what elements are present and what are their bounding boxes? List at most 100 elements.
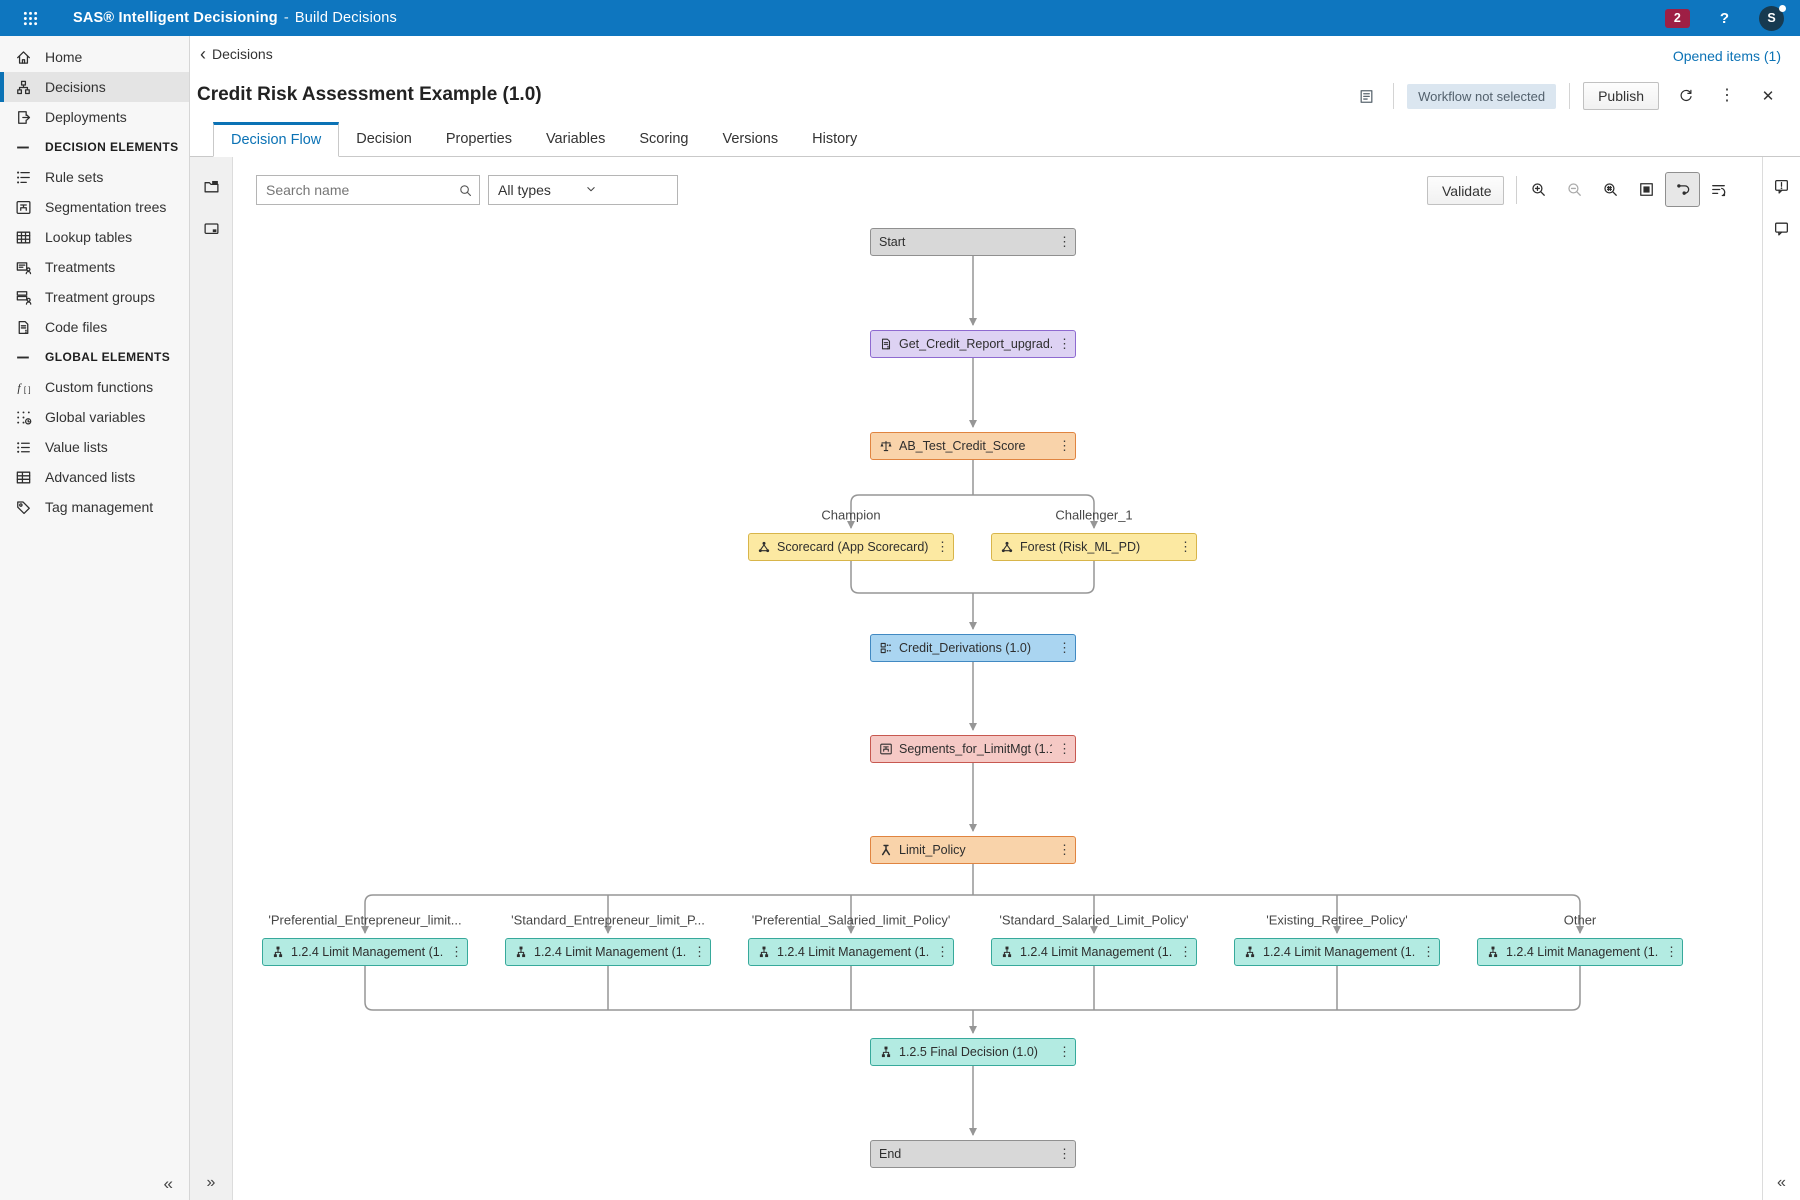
node-menu-button[interactable]: ⋮ <box>1665 944 1677 960</box>
sync-button[interactable] <box>1672 82 1700 110</box>
node-menu-button[interactable]: ⋮ <box>1422 944 1434 960</box>
breadcrumb-back[interactable]: ‹ Decisions <box>200 46 273 62</box>
sidebar-item-decisions[interactable]: Decisions <box>0 72 189 102</box>
overview-panel-button[interactable] <box>197 214 225 242</box>
node-end[interactable]: End⋮ <box>870 1140 1076 1168</box>
tab-history[interactable]: History <box>795 122 874 156</box>
tab-decision[interactable]: Decision <box>339 122 429 156</box>
validate-button[interactable]: Validate <box>1427 176 1504 205</box>
node-menu-button[interactable]: ⋮ <box>693 944 705 960</box>
node-limit_mgmt_2[interactable]: 1.2.4 Limit Management (1....⋮ <box>505 938 711 966</box>
tab-decision-flow[interactable]: Decision Flow <box>213 122 339 157</box>
kebab-icon: ⋮ <box>1719 88 1735 104</box>
alert-bubble-icon <box>1773 178 1790 195</box>
node-final_decision[interactable]: 1.2.5 Final Decision (1.0)⋮ <box>870 1038 1076 1066</box>
left-strip-expand-button[interactable]: » <box>190 1174 232 1192</box>
zoom-fit-button[interactable] <box>1593 172 1628 207</box>
node-label: AB_Test_Credit_Score <box>899 439 1052 453</box>
node-limit_mgmt_6[interactable]: 1.2.4 Limit Management (1....⋮ <box>1477 938 1683 966</box>
node-limit_mgmt_3[interactable]: 1.2.4 Limit Management (1....⋮ <box>748 938 954 966</box>
sidebar-item-rule-sets[interactable]: Rule sets <box>0 162 189 192</box>
help-button[interactable]: ? <box>1714 9 1735 28</box>
sync-icon <box>1678 88 1694 104</box>
publish-button[interactable]: Publish <box>1583 82 1659 110</box>
right-strip-collapse-button[interactable]: « <box>1763 1174 1800 1192</box>
notification-badge[interactable]: 2 <box>1665 9 1690 28</box>
sidebar-item-value-lists[interactable]: Value lists <box>0 432 189 462</box>
node-menu-button[interactable]: ⋮ <box>1058 336 1070 352</box>
node-limit_mgmt_5[interactable]: 1.2.4 Limit Management (1.... ⋮ <box>1234 938 1440 966</box>
deployments-icon <box>15 109 32 126</box>
node-credit_derivations[interactable]: Credit_Derivations (1.0) ⋮ <box>870 634 1076 662</box>
close-button[interactable]: ✕ <box>1754 82 1782 110</box>
edge-label: 'Standard_Salaried_Limit_Policy' <box>999 913 1188 928</box>
node-segments_for_limitmgt[interactable]: Segments_for_LimitMgt (1.1)⋮ <box>870 735 1076 763</box>
sidebar-item-tag-management[interactable]: Tag management <box>0 492 189 522</box>
node-menu-button[interactable]: ⋮ <box>1058 741 1070 757</box>
validation-messages-button[interactable] <box>1768 172 1796 200</box>
node-ab_test[interactable]: AB_Test_Credit_Score ⋮ <box>870 432 1076 460</box>
sidebar-item-treatment-groups[interactable]: Treatment groups <box>0 282 189 312</box>
type-filter-value: All types <box>498 182 584 198</box>
sidebar-item-global-variables[interactable]: Global variables <box>0 402 189 432</box>
zoom-in-button[interactable] <box>1521 172 1556 207</box>
type-filter-select[interactable]: All types <box>488 175 678 205</box>
node-menu-button[interactable]: ⋮ <box>1058 438 1070 454</box>
node-menu-button[interactable]: ⋮ <box>1179 944 1191 960</box>
layout-button[interactable] <box>1665 172 1700 207</box>
right-tool-strip: « <box>1762 157 1800 1200</box>
opened-items-link[interactable]: Opened items (1) <box>1673 48 1781 64</box>
sidebar-collapse-button[interactable]: « <box>164 1174 173 1194</box>
search-field <box>256 175 480 205</box>
sidebar-item-code-files[interactable]: Code files <box>0 312 189 342</box>
node-menu-button[interactable]: ⋮ <box>1058 234 1070 250</box>
section-dash-icon <box>15 349 32 366</box>
sidebar-item-label: Decisions <box>45 79 106 95</box>
node-limit_policy[interactable]: Limit_Policy⋮ <box>870 836 1076 864</box>
tab-variables[interactable]: Variables <box>529 122 622 156</box>
sidebar-item-custom-functions[interactable]: f[ ]Custom functions <box>0 372 189 402</box>
node-scorecard[interactable]: Scorecard (App Scorecard) ⋮ <box>748 533 954 561</box>
node-menu-button[interactable]: ⋮ <box>1179 539 1191 555</box>
node-limit_mgmt_1[interactable]: 1.2.4 Limit Management (1....⋮ <box>262 938 468 966</box>
node-start[interactable]: Start⋮ <box>870 228 1076 256</box>
workflow-icon[interactable] <box>1352 82 1380 110</box>
comments-button[interactable] <box>1768 214 1796 242</box>
sidebar-item-deployments[interactable]: Deployments <box>0 102 189 132</box>
node-forest[interactable]: Forest (Risk_ML_PD)⋮ <box>991 533 1197 561</box>
sidebar-item-advanced-lists[interactable]: Advanced lists <box>0 462 189 492</box>
app-switcher-button[interactable] <box>17 5 43 31</box>
node-limit_mgmt_4[interactable]: 1.2.4 Limit Management (1....⋮ <box>991 938 1197 966</box>
sidebar-item-label: Advanced lists <box>45 469 135 485</box>
zoom-in-icon <box>1530 181 1547 198</box>
avatar[interactable]: S <box>1759 6 1784 31</box>
search-icon[interactable] <box>451 176 479 204</box>
auto-arrange-button[interactable] <box>1701 172 1736 207</box>
more-options-button[interactable]: ⋮ <box>1713 82 1741 110</box>
zoom-out-icon <box>1566 181 1583 198</box>
node-menu-button[interactable]: ⋮ <box>1058 1146 1070 1162</box>
tab-scoring[interactable]: Scoring <box>622 122 705 156</box>
sidebar-item-treatments[interactable]: Treatments <box>0 252 189 282</box>
sidebar-item-segmentation-trees[interactable]: Segmentation trees <box>0 192 189 222</box>
zoom-out-button[interactable] <box>1557 172 1592 207</box>
sidebar-item-lookup-tables[interactable]: Lookup tables <box>0 222 189 252</box>
overview-button[interactable] <box>1629 172 1664 207</box>
node-get_credit_report[interactable]: Get_Credit_Report_upgrad...⋮ <box>870 330 1076 358</box>
node-menu-button[interactable]: ⋮ <box>1058 842 1070 858</box>
tab-versions[interactable]: Versions <box>706 122 796 156</box>
node-label: Credit_Derivations (1.0) <box>899 641 1052 655</box>
node-menu-button[interactable]: ⋮ <box>1058 640 1070 656</box>
node-label: 1.2.4 Limit Management (1.... <box>1263 945 1416 959</box>
objects-panel-button[interactable] <box>197 172 225 200</box>
node-menu-button[interactable]: ⋮ <box>1058 1044 1070 1060</box>
decision-icon <box>757 945 771 959</box>
search-input[interactable] <box>257 182 451 198</box>
node-menu-button[interactable]: ⋮ <box>936 944 948 960</box>
node-label: Scorecard (App Scorecard) <box>777 540 930 554</box>
node-menu-button[interactable]: ⋮ <box>450 944 462 960</box>
sidebar-item-home[interactable]: Home <box>0 42 189 72</box>
node-menu-button[interactable]: ⋮ <box>936 539 948 555</box>
product-name: SAS® Intelligent Decisioning <box>73 10 278 26</box>
tab-properties[interactable]: Properties <box>429 122 529 156</box>
